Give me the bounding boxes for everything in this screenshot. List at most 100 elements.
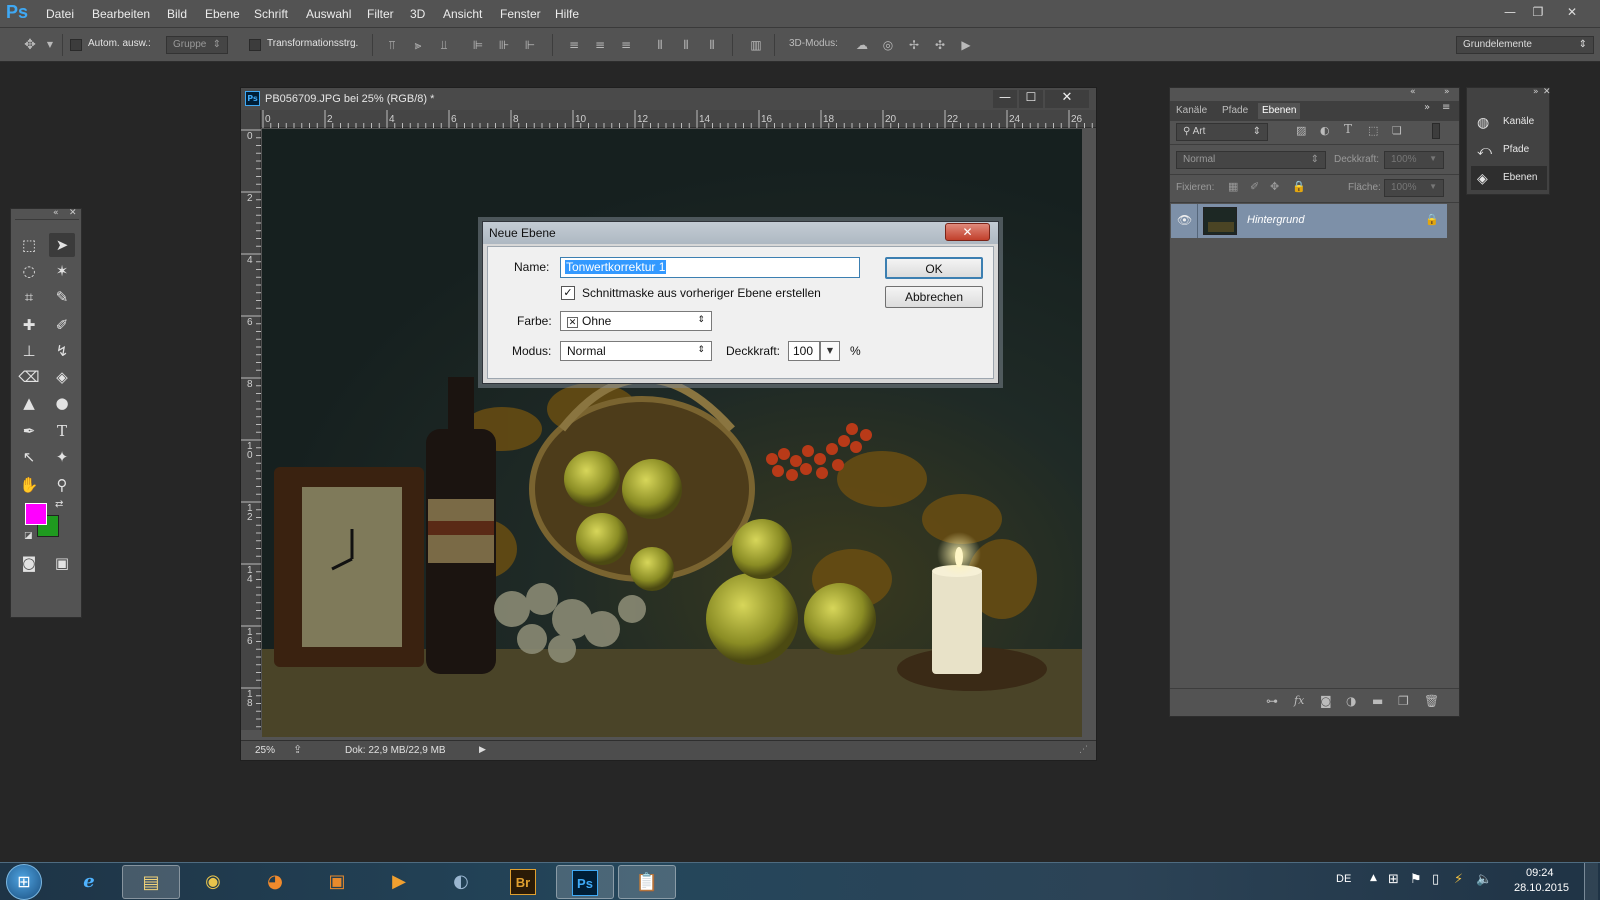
distribute-right-icon[interactable]: ⦀ [704,37,720,53]
filter-type-icon[interactable]: T [1344,122,1352,136]
minimize-app-button[interactable]: — [1496,3,1524,21]
auto-align-icon[interactable]: ▥ [748,37,764,53]
mode-select[interactable]: Normal ⇕ [560,341,712,361]
layer-row-background[interactable]: 👁 Hintergrund 🔒 [1171,204,1447,238]
align-top-icon[interactable]: ⫪ [384,37,400,53]
clock-date[interactable]: 28.10.2015 [1514,882,1569,894]
document-titlebar[interactable]: Ps PB056709.JPG bei 25% (RGB/8) * — ☐ ✕ [241,88,1096,110]
default-colors-icon[interactable]: ◪ [24,531,33,541]
clip-mask-checkbox[interactable]: ✓ [561,286,575,300]
layer-name[interactable]: Hintergrund [1247,214,1304,226]
add-mask-icon[interactable]: ◙ [1320,694,1332,708]
expand-dock-icon[interactable]: » [1533,87,1539,97]
expand-panel-icon[interactable]: » [1444,87,1450,97]
device-icon[interactable]: ▯ [1432,872,1439,887]
close-document-button[interactable]: ✕ [1045,90,1089,108]
filter-pixel-icon[interactable]: ▨ [1296,124,1306,137]
type-tool-icon[interactable]: T [49,419,75,443]
windows-flag-icon[interactable]: ⊞ [1388,872,1399,887]
menu-fenster[interactable]: Fenster [500,7,541,21]
panel-menu-icon[interactable]: ≡ [1442,102,1450,113]
transform-controls-checkbox[interactable] [249,39,261,51]
3d-orbit-icon[interactable]: ☁ [854,37,870,53]
3d-scale-icon[interactable]: ▶ [958,37,974,53]
menu-3d[interactable]: 3D [410,7,425,21]
path-selection-tool-icon[interactable]: ↖ [16,445,42,469]
close-panel-icon[interactable]: ✕ [69,208,77,218]
swap-colors-icon[interactable]: ⇄ [55,499,63,510]
pen-tool-icon[interactable]: ✒ [16,419,42,443]
new-layer-icon[interactable]: ❐ [1398,694,1409,708]
align-right-icon[interactable]: ⊩ [522,37,538,53]
eyedropper-tool-icon[interactable]: ✎ [49,285,75,309]
new-group-icon[interactable]: ▬ [1372,694,1383,708]
file-explorer-icon[interactable]: ▤ [122,865,180,899]
tab-paths[interactable]: Pfade [1218,103,1252,119]
dock-item-paths[interactable]: ⤺ Pfade [1471,138,1547,162]
dock-item-channels[interactable]: ◍ Kanäle [1471,110,1547,134]
zoom-tool-icon[interactable]: ⚲ [49,473,75,497]
power-icon[interactable]: ⚡ [1454,872,1463,887]
menu-filter[interactable]: Filter [367,7,394,21]
firefox-icon[interactable]: ◕ [246,865,304,899]
menu-ebene[interactable]: Ebene [205,7,240,21]
clock-time[interactable]: 09:24 [1526,867,1554,879]
healing-brush-tool-icon[interactable]: ✚ [16,313,42,337]
maximize-document-button[interactable]: ☐ [1019,90,1043,108]
opacity-input[interactable]: 100 [788,341,820,361]
crop-tool-icon[interactable]: ⌗ [16,285,42,309]
show-desktop-button[interactable] [1584,863,1598,900]
collapse-panel-icon[interactable]: « [1410,87,1416,97]
share-icon[interactable]: ⇪ [293,743,302,756]
clipboard-app-icon[interactable]: 📋 [618,865,676,899]
distribute-vcenter-icon[interactable]: ≡ [592,37,608,53]
move-tool-icon[interactable]: ✥ [22,37,38,53]
marquee-tool-icon[interactable]: ⬚ [16,233,42,257]
close-dock-icon[interactable]: ✕ [1543,87,1551,97]
collapse-panel-icon[interactable]: « [53,208,59,218]
menu-auswahl[interactable]: Auswahl [306,7,351,21]
filter-adjustment-icon[interactable]: ◐ [1320,124,1330,137]
move-tool-icon[interactable]: ➤ [49,233,75,257]
volume-icon[interactable]: 🔈 [1476,872,1492,887]
language-indicator[interactable]: DE [1336,873,1351,885]
workspace-select[interactable]: Grundelemente ⇕ [1456,36,1594,54]
lock-image-icon[interactable]: ✐ [1250,180,1259,193]
adjustment-layer-icon[interactable]: ◑ [1346,694,1356,708]
filter-toggle[interactable] [1432,123,1440,139]
link-layers-icon[interactable]: ⊶ [1266,694,1278,708]
layer-opacity-input[interactable]: 100% ▼ [1384,151,1444,169]
close-app-button[interactable]: ✕ [1558,3,1586,21]
expand-dock-icon[interactable]: » [1424,102,1430,113]
lasso-tool-icon[interactable]: ◌ [16,259,42,283]
action-center-flag-icon[interactable]: ⚑ [1410,872,1422,887]
menu-bild[interactable]: Bild [167,7,187,21]
tab-layers[interactable]: Ebenen [1258,103,1301,119]
layer-fill-input[interactable]: 100% ▼ [1384,179,1444,197]
tray-expand-icon[interactable]: ▲ [1370,873,1377,883]
menu-schrift[interactable]: Schrift [254,7,288,21]
menu-bearbeiten[interactable]: Bearbeiten [92,7,150,21]
bridge-icon[interactable]: Br [494,865,552,899]
eraser-tool-icon[interactable]: ⌫ [16,365,42,389]
menu-ansicht[interactable]: Ansicht [443,7,482,21]
dodge-tool-icon[interactable]: ● [49,391,75,415]
history-brush-tool-icon[interactable]: ↯ [49,339,75,363]
filter-shape-icon[interactable]: ⬚ [1368,124,1378,137]
foreground-color-swatch[interactable] [25,503,47,525]
clone-stamp-tool-icon[interactable]: ⊥ [16,339,42,363]
align-left-icon[interactable]: ⊫ [470,37,486,53]
resize-grip-icon[interactable]: ⋰ [1079,745,1088,755]
lock-position-icon[interactable]: ✥ [1270,180,1279,193]
restore-app-button[interactable]: ❐ [1524,3,1552,21]
lock-all-icon[interactable]: 🔒 [1292,180,1306,193]
visibility-eye-icon[interactable]: 👁 [1177,213,1192,227]
internet-explorer-icon[interactable]: e [60,865,118,899]
tab-channels[interactable]: Kanäle [1172,103,1211,119]
3d-roll-icon[interactable]: ◎ [880,37,896,53]
3d-pan-icon[interactable]: ✢ [906,37,922,53]
delete-layer-icon[interactable]: 🗑 [1424,694,1439,708]
menu-datei[interactable]: Datei [46,7,74,21]
dialog-titlebar[interactable]: Neue Ebene ✕ [483,222,998,244]
minimize-document-button[interactable]: — [993,90,1017,108]
